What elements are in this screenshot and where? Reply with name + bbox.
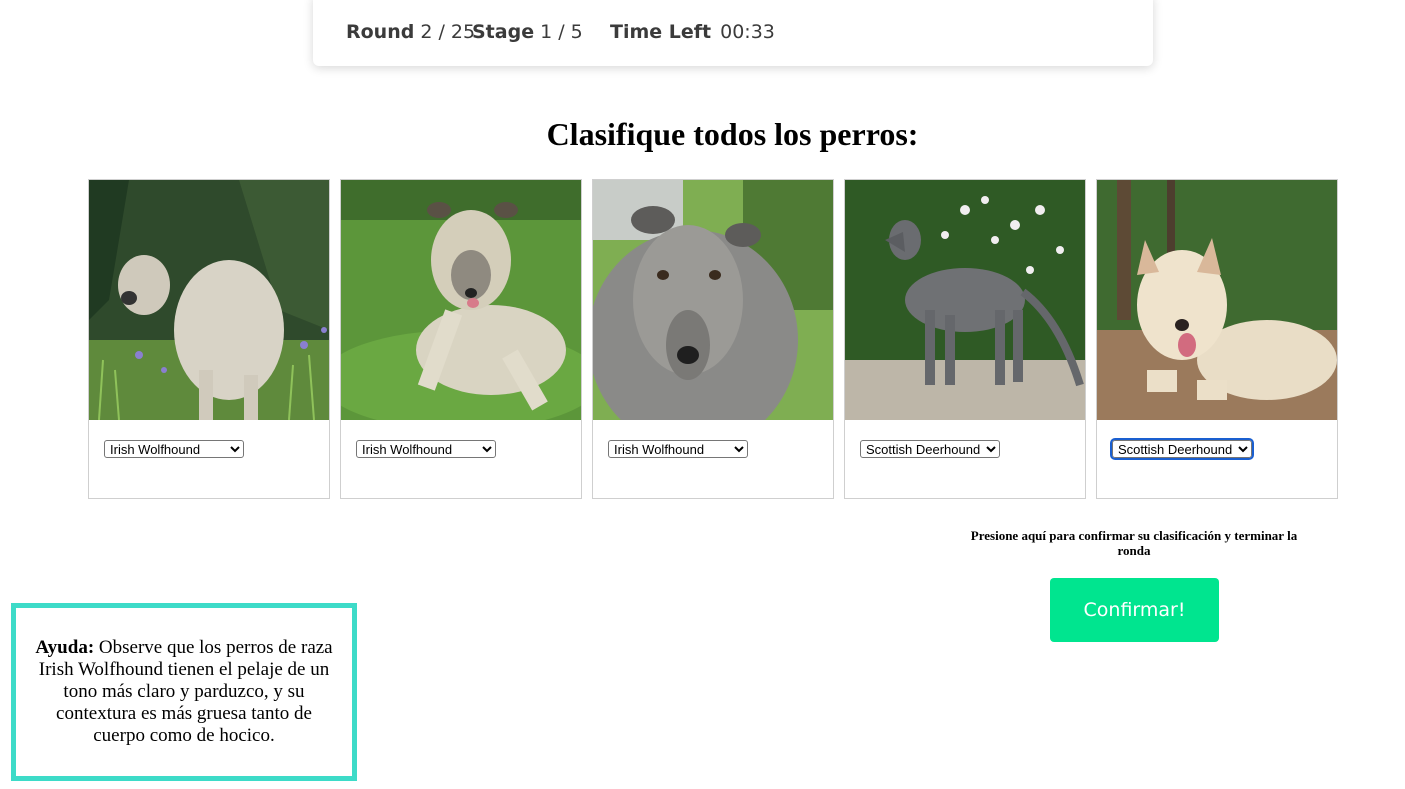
dog-photo-5 [1097, 180, 1337, 420]
dog-photo-1 [89, 180, 329, 420]
round-value: 2 / 25 [420, 21, 476, 43]
game-status-bar: Round 2 / 25 Stage 1 / 5 Time Left 00:33 [313, 0, 1153, 66]
dog-card-4: Irish WolfhoundScottish Deerhound [844, 179, 1086, 499]
stage-indicator: Stage 1 / 5 [472, 21, 583, 43]
help-box: Ayuda: Observe que los perros de raza Ir… [11, 603, 357, 781]
dog-card-3: Irish WolfhoundScottish Deerhound [592, 179, 834, 499]
stage-value: 1 / 5 [540, 21, 583, 43]
breed-select-1[interactable]: Irish WolfhoundScottish Deerhound [104, 440, 244, 458]
breed-select-2[interactable]: Irish WolfhoundScottish Deerhound [356, 440, 496, 458]
time-left-value: 00:33 [720, 21, 775, 43]
page-title: Clasifique todos los perros: [546, 116, 919, 152]
help-content: Ayuda: Observe que los perros de raza Ir… [28, 637, 340, 747]
time-left-label: Time Left [610, 21, 712, 43]
dog-photo-2 [341, 180, 581, 420]
dog-card-5: Irish WolfhoundScottish Deerhound [1096, 179, 1338, 499]
round-indicator: Round 2 / 25 [346, 21, 475, 43]
dog-photo-3 [593, 180, 833, 420]
confirm-caption: Presione aquí para confirmar su clasific… [970, 528, 1298, 558]
dog-photo-4 [845, 180, 1085, 420]
dog-card-1: Irish WolfhoundScottish Deerhound [88, 179, 330, 499]
dog-card-2: Irish WolfhoundScottish Deerhound [340, 179, 582, 499]
stage-label: Stage [472, 21, 535, 43]
breed-select-3[interactable]: Irish WolfhoundScottish Deerhound [608, 440, 748, 458]
round-label: Round [346, 21, 415, 43]
help-label: Ayuda: [35, 637, 95, 658]
breed-select-5[interactable]: Irish WolfhoundScottish Deerhound [1110, 438, 1254, 460]
timer: Time Left 00:33 [610, 21, 775, 43]
confirm-button[interactable]: Confirmar! [1050, 578, 1219, 642]
breed-select-4[interactable]: Irish WolfhoundScottish Deerhound [860, 440, 1000, 458]
